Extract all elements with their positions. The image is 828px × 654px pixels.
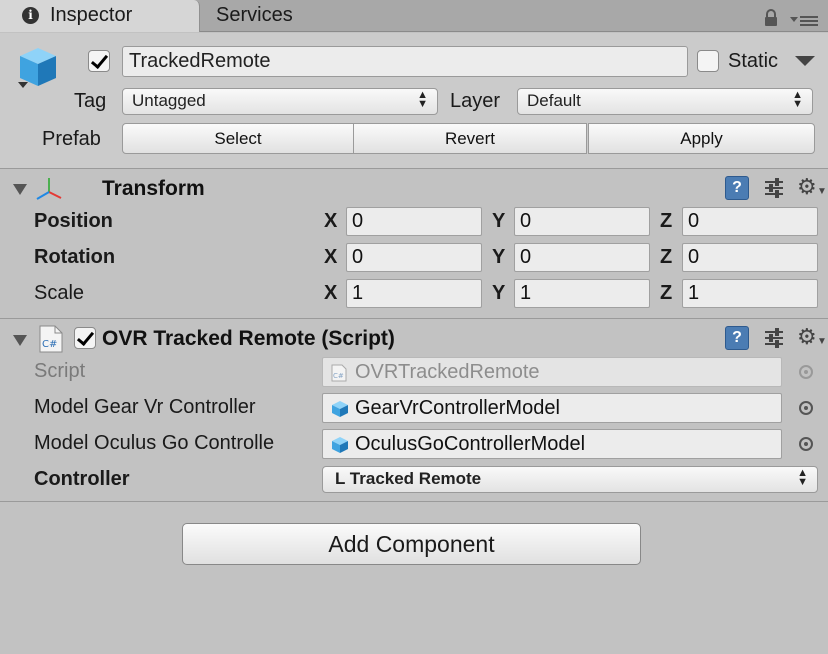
gear-icon[interactable]: ⚙ (797, 174, 817, 200)
rotation-y-field[interactable]: 0 (514, 243, 650, 272)
axis-y-label: Y (492, 282, 506, 304)
oculus-go-controller-value: OculusGoControllerModel (355, 433, 586, 455)
tab-inspector-label: Inspector (50, 4, 133, 26)
preset-sliders-icon[interactable] (763, 327, 785, 349)
controller-dropdown[interactable]: L Tracked Remote ▲ ▼ (322, 466, 818, 493)
layer-value: Default (527, 91, 581, 110)
script-foldout-icon[interactable] (13, 335, 27, 346)
static-dropdown-icon[interactable] (795, 56, 815, 68)
tab-inspector[interactable]: i Inspector (0, 0, 200, 32)
window-menu-icon[interactable] (790, 14, 820, 28)
oculus-go-controller-label: Model Oculus Go Controlle (34, 432, 275, 454)
rotation-x-field[interactable]: 0 (346, 243, 482, 272)
axis-z-label: Z (660, 246, 673, 268)
tag-value: Untagged (132, 91, 206, 110)
preset-sliders-icon[interactable] (763, 177, 785, 199)
info-icon: i (22, 7, 39, 24)
position-x-field[interactable]: 0 (346, 207, 482, 236)
gameobject-cube-icon[interactable] (16, 44, 60, 92)
dropdown-arrows-icon: ▲ ▼ (797, 467, 808, 488)
script-component-title: OVR Tracked Remote (Script) (102, 327, 395, 350)
axis-z-label: Z (660, 282, 673, 304)
gear-vr-controller-label: Model Gear Vr Controller (34, 396, 256, 418)
scale-label: Scale (34, 282, 85, 304)
gear-dropdown-icon[interactable]: ▼ (817, 186, 827, 197)
prefab-apply-button[interactable]: Apply (588, 123, 815, 154)
svg-text:C#: C# (42, 339, 57, 350)
component-divider (0, 318, 828, 319)
dropdown-arrows-icon: ▲ ▼ (417, 89, 428, 110)
scale-y-field[interactable]: 1 (514, 279, 650, 308)
object-picker-icon (799, 365, 813, 379)
axis-x-label: X (324, 246, 338, 268)
prefab-cube-icon (332, 437, 348, 453)
gear-dropdown-icon[interactable]: ▼ (817, 336, 827, 347)
lock-icon[interactable] (763, 8, 779, 28)
add-component-button[interactable]: Add Component (182, 523, 641, 565)
prefab-cube-icon (332, 401, 348, 417)
axis-y-label: Y (492, 210, 506, 232)
object-picker-icon[interactable] (799, 401, 813, 415)
rotation-z-field[interactable]: 0 (682, 243, 818, 272)
dropdown-arrows-icon: ▲ ▼ (792, 89, 803, 110)
scale-z-field[interactable]: 1 (682, 279, 818, 308)
csharp-script-icon: C# (39, 325, 63, 353)
script-field-label: Script (34, 360, 86, 382)
help-icon[interactable]: ? (725, 176, 749, 200)
transform-foldout-icon[interactable] (13, 184, 27, 195)
controller-label: Controller (34, 468, 130, 490)
position-y-field[interactable]: 0 (514, 207, 650, 236)
tag-label: Tag (74, 90, 107, 112)
tab-services-label: Services (216, 4, 293, 26)
script-object-field: C# OVRTrackedRemote (322, 357, 782, 387)
position-z-field[interactable]: 0 (682, 207, 818, 236)
axis-x-label: X (324, 210, 338, 232)
layer-label: Layer (450, 90, 501, 112)
axis-y-label: Y (492, 246, 506, 268)
layer-dropdown[interactable]: Default ▲ ▼ (517, 88, 813, 115)
prefab-label: Prefab (42, 128, 101, 150)
axis-z-label: Z (660, 210, 673, 232)
svg-text:C#: C# (333, 372, 344, 380)
object-picker-icon[interactable] (799, 437, 813, 451)
gameobject-active-checkbox[interactable] (88, 50, 110, 72)
help-icon[interactable]: ? (725, 326, 749, 350)
position-label: Position (34, 210, 113, 232)
transform-axes-icon (36, 178, 62, 200)
static-label: Static (728, 50, 779, 72)
static-checkbox[interactable] (697, 50, 719, 72)
rotation-label: Rotation (34, 246, 116, 268)
tag-dropdown[interactable]: Untagged ▲ ▼ (122, 88, 438, 115)
transform-title: Transform (102, 177, 205, 200)
gear-vr-controller-field[interactable]: GearVrControllerModel (322, 393, 782, 423)
controller-value: L Tracked Remote (335, 469, 482, 488)
script-enabled-checkbox[interactable] (74, 327, 96, 349)
csharp-script-icon: C# (331, 364, 347, 382)
gear-icon[interactable]: ⚙ (797, 324, 817, 350)
prefab-revert-button[interactable]: Revert (353, 123, 587, 154)
component-divider (0, 501, 828, 502)
script-field-value: OVRTrackedRemote (355, 361, 540, 383)
scale-x-field[interactable]: 1 (346, 279, 482, 308)
gameobject-name-field[interactable]: TrackedRemote (122, 46, 688, 77)
axis-x-label: X (324, 282, 338, 304)
oculus-go-controller-field[interactable]: OculusGoControllerModel (322, 429, 782, 459)
gear-vr-controller-value: GearVrControllerModel (355, 397, 560, 419)
tab-services[interactable]: Services (200, 0, 400, 31)
prefab-select-button[interactable]: Select (122, 123, 354, 154)
